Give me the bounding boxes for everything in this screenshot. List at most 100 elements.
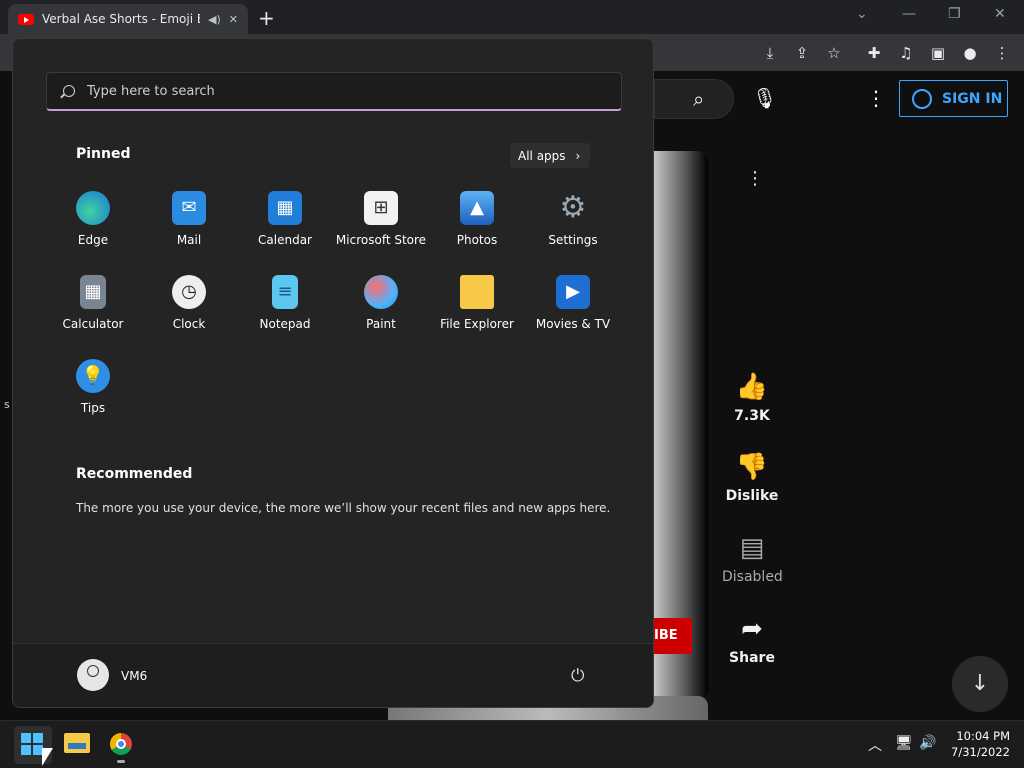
speaker-icon[interactable]: ◀) [208,13,221,26]
app-label: File Explorer [440,317,514,331]
notepad-icon: ≡ [272,275,298,309]
mail-icon: ✉ [172,191,206,225]
scroll-down-button[interactable]: ↓ [952,656,1008,712]
share-button[interactable]: ➦ Share [722,614,782,666]
app-label: Tips [80,401,106,415]
app-calendar[interactable]: ▦ Calendar [237,191,333,247]
app-notepad[interactable]: ≡ Notepad [237,275,333,331]
left-edge-text: s [4,398,10,411]
calculator-icon: ▦ [80,275,106,309]
profile-icon[interactable]: ● [960,44,980,62]
all-apps-button[interactable]: All apps › [510,143,590,168]
chevron-up-icon[interactable]: ︿ [868,735,882,755]
app-label: Mail [176,233,202,247]
comment-icon: ▤ [739,533,765,563]
dislike-button[interactable]: 👎 Dislike [722,452,782,504]
app-label: Edge [77,233,109,247]
app-mail[interactable]: ✉ Mail [141,191,237,247]
app-label: Calculator [62,317,124,331]
share-icon[interactable]: ⇪ [792,44,812,62]
microphone-icon[interactable]: 🎙 [752,86,777,112]
thumbs-down-icon: 👎 [735,452,769,482]
app-file-explorer[interactable]: File Explorer [429,275,525,331]
chevron-right-icon: › [575,148,581,163]
chrome-icon[interactable] [110,733,132,755]
network-icon[interactable]: 🖥 [895,735,913,751]
volume-icon[interactable]: 🔊 [919,735,936,751]
app-label: Calendar [258,233,312,247]
windows-logo-icon [21,733,43,755]
movies-play-icon: ▶ [556,275,590,309]
app-movies-tv[interactable]: ▶ Movies & TV [525,275,621,331]
sidepanel-icon[interactable]: ▣ [928,44,948,62]
close-window-button[interactable]: ✕ [994,6,1006,22]
app-settings[interactable]: ⚙ Settings [525,191,621,248]
app-tips[interactable]: 💡 Tips [45,359,141,415]
menu-icon[interactable]: ⋮ [992,44,1012,62]
more-options-icon[interactable]: ⋮ [866,86,886,110]
thumbs-up-icon: 👍 [735,372,769,402]
lightbulb-icon: 💡 [76,359,110,393]
share-label: Share [729,650,775,666]
app-label: Paint [366,317,396,331]
share-arrow-icon: ➦ [741,614,763,644]
file-explorer-icon[interactable] [64,733,90,753]
app-microsoft-store[interactable]: ⊞ Microsoft Store [333,191,429,247]
search-placeholder: Type here to search [87,83,215,99]
media-icon[interactable]: ♫ [896,44,916,62]
clock-date: 7/31/2022 [951,745,1010,759]
tab-close-icon[interactable]: ✕ [229,13,238,26]
photos-icon: ▲ [460,191,494,225]
extensions-icon[interactable]: ✚ [864,44,884,62]
app-edge[interactable]: Edge [45,191,141,247]
start-footer [13,643,653,707]
app-paint[interactable]: Paint [333,275,429,331]
edge-icon [76,191,110,225]
app-label: Clock [172,317,206,331]
dislike-label: Dislike [725,488,779,504]
video-more-icon[interactable]: ⋮ [746,168,764,189]
app-photos[interactable]: ▲ Photos [429,191,525,247]
clock-icon: ◷ [172,275,206,309]
app-label: Notepad [259,317,311,331]
mouse-cursor-icon [42,748,53,766]
start-search-input[interactable]: Type here to search [46,72,622,111]
search-icon [63,85,75,97]
clock-time: 10:04 PM [956,729,1010,743]
restore-button[interactable]: ❐ [948,6,961,22]
app-clock[interactable]: ◷ Clock [141,275,237,331]
search-icon: ⌕ [693,87,705,111]
star-icon[interactable]: ☆ [824,44,844,62]
app-label: Settings [548,233,598,247]
app-label: Photos [456,233,498,247]
system-clock[interactable]: 10:04 PM 7/31/2022 [940,728,1010,760]
power-icon[interactable]: ⏻ [571,666,584,686]
store-icon: ⊞ [364,191,398,225]
user-circle-icon [912,88,932,109]
running-indicator [117,760,125,763]
user-name[interactable]: VM6 [121,669,147,683]
app-label: Microsoft Store [335,233,427,247]
app-label: Movies & TV [535,317,611,331]
sign-in-button[interactable]: SIGN IN [899,80,1008,117]
tab-search-icon[interactable]: ⌄ [856,6,868,22]
comments-label: Disabled [722,569,783,585]
like-button[interactable]: 👍 7.3K [722,372,782,424]
likes-count: 7.3K [734,408,770,424]
recommended-heading: Recommended [76,466,193,482]
app-calculator[interactable]: ▦ Calculator [45,275,141,331]
sign-in-label: SIGN IN [942,90,1003,107]
new-tab-button[interactable]: + [258,6,275,30]
browser-tab[interactable]: Verbal Ase Shorts - Emoji Be ◀) ✕ [8,4,248,34]
pinned-heading: Pinned [76,146,131,162]
youtube-favicon-icon [18,13,34,25]
all-apps-label: All apps [518,148,566,163]
minimize-button[interactable]: — [902,6,916,22]
comments-button: ▤ Disabled [722,533,783,585]
start-menu: Type here to search Pinned All apps › Ed… [12,38,654,708]
recommended-text: The more you use your device, the more w… [76,501,611,515]
download-icon[interactable]: ⤓ [760,44,780,62]
calendar-icon: ▦ [268,191,302,225]
user-avatar[interactable] [77,659,109,691]
folder-icon [460,275,494,309]
